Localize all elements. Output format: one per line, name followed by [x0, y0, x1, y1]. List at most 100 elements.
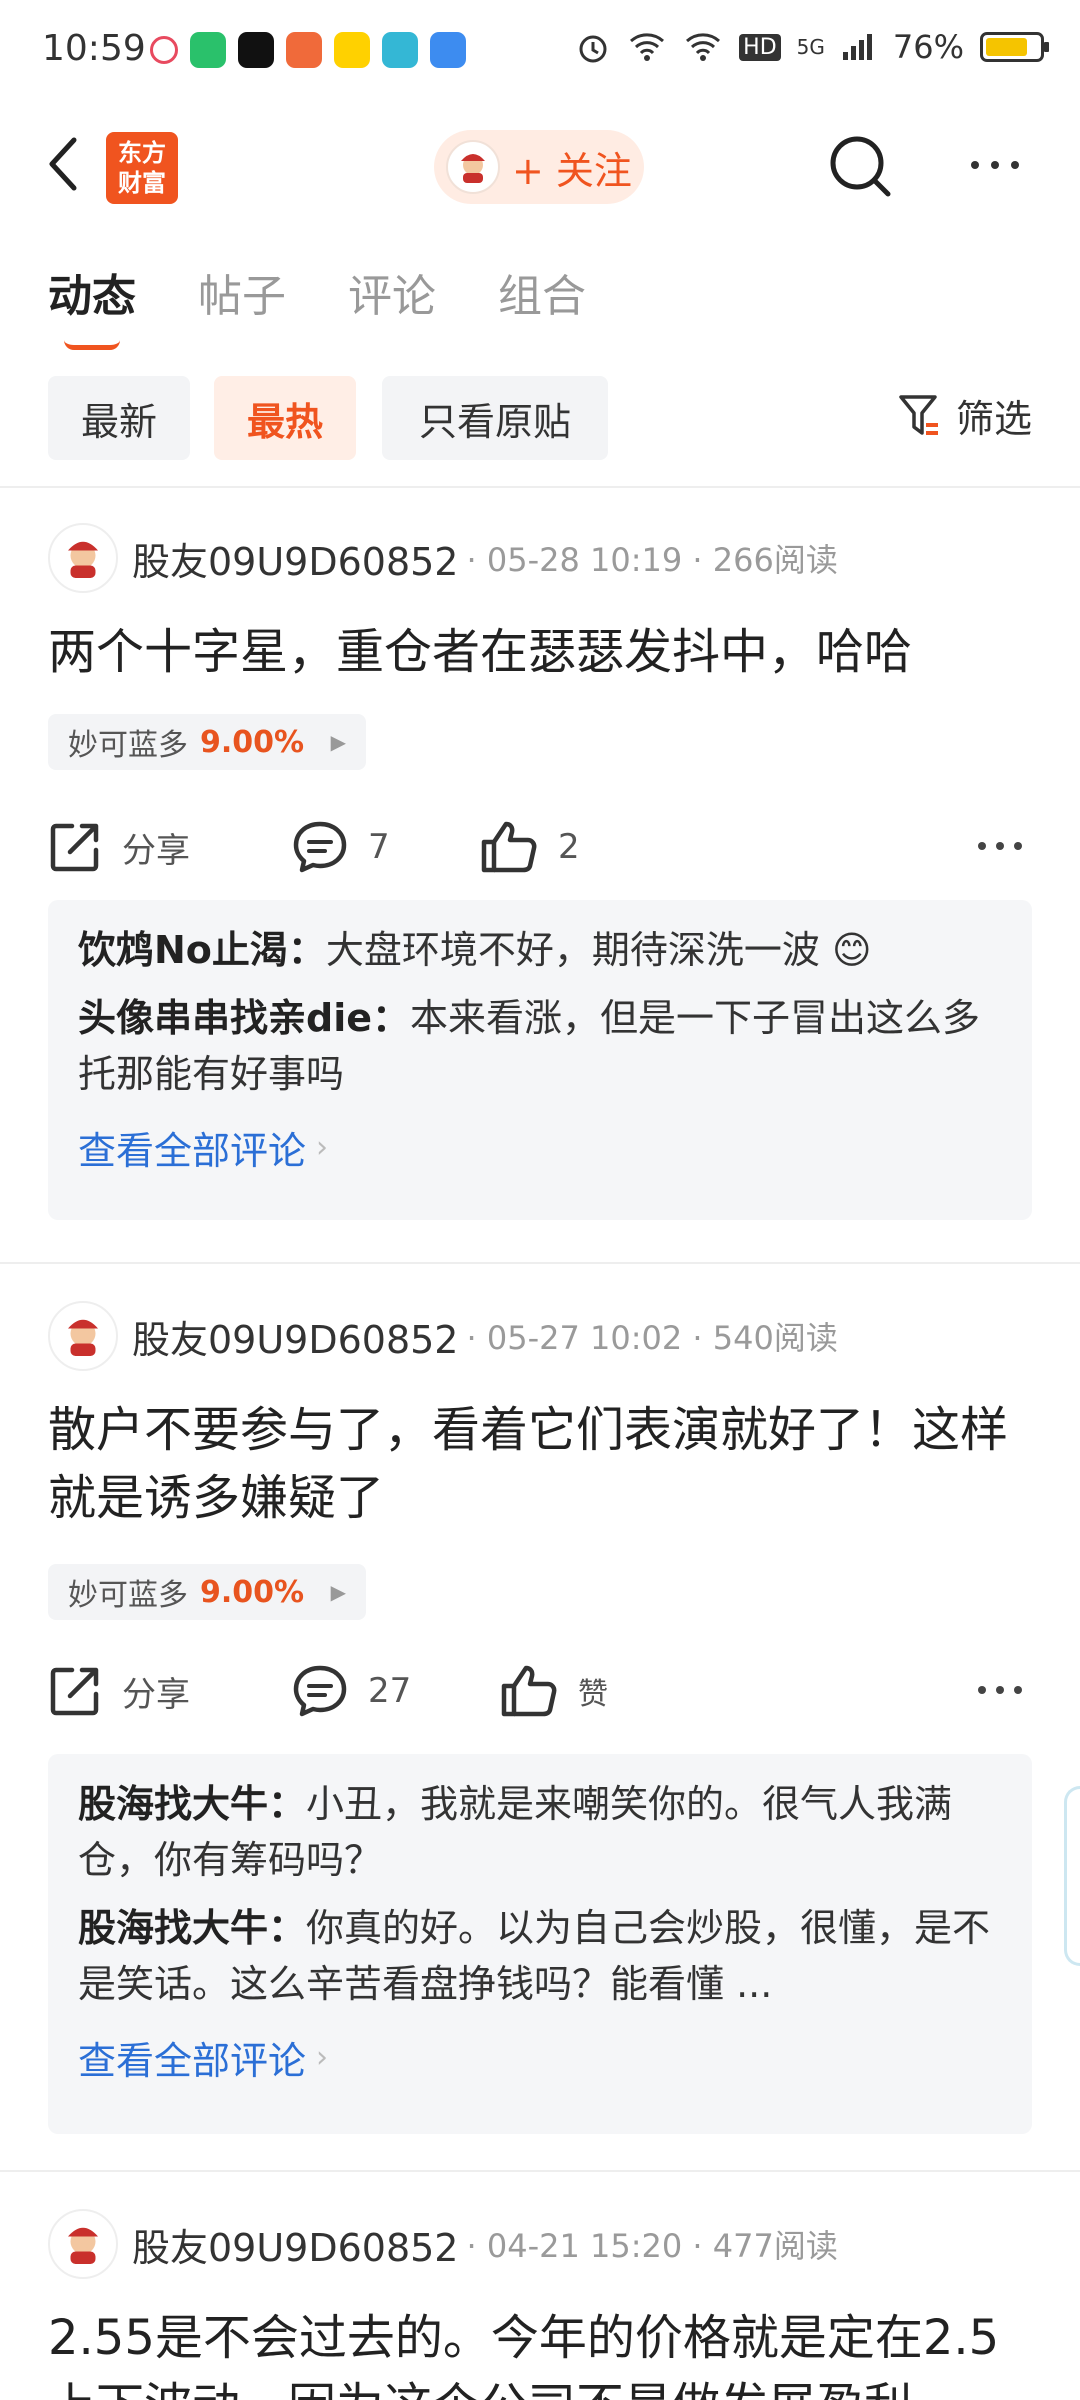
stock-tag[interactable]: 妙可蓝多 9.00% ▶	[48, 1564, 366, 1620]
notification-icons	[150, 32, 466, 68]
like-count: 2	[558, 827, 580, 867]
user-avatar	[446, 140, 500, 194]
comment-count: 27	[368, 1671, 412, 1711]
like-button[interactable]: 2	[480, 812, 580, 882]
author-name[interactable]: 股友09U9D60852	[132, 1309, 459, 1364]
weibo-icon	[286, 32, 322, 68]
sort-hottest-chip[interactable]: 最热	[214, 376, 356, 460]
thumbs-up-icon	[501, 1665, 557, 1717]
more-options-icon[interactable]	[960, 150, 1030, 180]
author-avatar[interactable]	[48, 1301, 118, 1371]
share-icon	[50, 823, 99, 872]
post-header: 股友09U9D60852 · 05-28 10:19 · 266阅读	[48, 522, 838, 594]
logo-line-2: 财富	[118, 169, 166, 197]
follow-button[interactable]: + 关注	[434, 130, 644, 204]
comment-item[interactable]: 股海找大牛：你真的好。以为自己会炒股，很懂，是不是笑话。这么辛苦看盘挣钱吗？能看…	[78, 1900, 1002, 2012]
comment-item[interactable]: 股海找大牛：小丑，我就是来嘲笑你的。很气人我满仓，你有筹码吗？	[78, 1776, 1002, 1888]
comment-count: 7	[368, 827, 390, 867]
play-arrow-icon: ▶	[330, 730, 346, 754]
status-time: 10:59	[42, 28, 146, 69]
follow-label: + 关注	[512, 148, 632, 193]
post-meta: · 04-21 15:20 · 477阅读	[466, 2227, 838, 2265]
tab-posts[interactable]: 帖子	[198, 260, 286, 324]
section-divider	[0, 486, 1080, 488]
comment-button[interactable]: 27	[292, 1656, 411, 1726]
share-button[interactable]: 分享	[48, 812, 190, 882]
comment-icon	[293, 1665, 347, 1717]
post-header: 股友09U9D60852 · 04-21 15:20 · 477阅读	[48, 2208, 838, 2280]
tab-dynamics[interactable]: 动态	[48, 260, 136, 350]
comment-icon	[293, 821, 347, 873]
stock-name: 妙可蓝多	[68, 728, 188, 763]
doc-app-icon	[430, 32, 466, 68]
filter-label: 筛选	[955, 397, 1032, 441]
comment-button[interactable]: 7	[292, 812, 390, 882]
chevron-right-icon: ›	[316, 1130, 329, 1165]
tab-label: 动态	[48, 271, 136, 322]
commenter-name: 饮鸩No止渴：	[78, 928, 326, 972]
stock-change: 9.00%	[200, 1574, 305, 1610]
tab-label: 帖子	[198, 271, 286, 322]
stock-change: 9.00%	[200, 724, 305, 760]
sort-filter-bar: 最新 最热 只看原贴 筛选	[48, 376, 1032, 460]
post-text[interactable]: 两个十字星，重仓者在瑟瑟发抖中，哈哈	[48, 618, 1038, 686]
post-actions: 分享 7 2	[48, 812, 1032, 882]
author-avatar[interactable]	[48, 2209, 118, 2279]
view-all-label: 查看全部评论	[78, 1129, 307, 1173]
view-all-comments-link[interactable]: 查看全部评论 ›	[78, 2030, 1002, 2085]
chat-app-icon	[382, 32, 418, 68]
search-icon[interactable]	[826, 132, 896, 202]
wifi-icon	[630, 33, 665, 61]
post-meta: · 05-28 10:19 · 266阅读	[466, 541, 838, 579]
view-all-comments-link[interactable]: 查看全部评论 ›	[78, 1120, 1002, 1175]
post-actions: 分享 27 赞	[48, 1656, 1032, 1726]
signal-icon	[842, 34, 872, 60]
network-type: 5G	[796, 35, 825, 59]
post-text[interactable]: 散户不要参与了，看着它们表演就好了！这样就是诱多嫌疑了	[48, 1396, 1038, 1532]
view-all-label: 查看全部评论	[78, 2039, 307, 2083]
tab-label: 评论	[348, 271, 436, 322]
like-label: 赞	[578, 1677, 608, 1712]
back-icon[interactable]	[44, 134, 84, 194]
stock-name: 妙可蓝多	[68, 1578, 188, 1613]
post-divider	[0, 1262, 1080, 1264]
tab-comments[interactable]: 评论	[348, 260, 436, 324]
logo-line-1: 东方	[118, 139, 166, 167]
app-logo: 东方 财富	[106, 132, 178, 204]
post-more-icon[interactable]	[978, 842, 1022, 850]
post-divider	[0, 2170, 1080, 2172]
like-button[interactable]: 赞	[500, 1656, 608, 1726]
author-name[interactable]: 股友09U9D60852	[132, 531, 459, 586]
share-label: 分享	[122, 1674, 190, 1715]
tab-label: 组合	[498, 271, 586, 322]
floating-side-tab[interactable]	[1064, 1786, 1080, 1966]
post-text[interactable]: 2.55是不会过去的。今年的价格就是定在2.5上下波动，因为这个公司不是做发展盈…	[48, 2304, 1038, 2400]
chevron-right-icon: ›	[316, 2040, 329, 2075]
status-bar: 10:59 HD 5G 76%	[0, 0, 1080, 100]
share-icon	[50, 1667, 99, 1716]
post-header: 股友09U9D60852 · 05-27 10:02 · 540阅读	[48, 1300, 838, 1372]
post-more-icon[interactable]	[978, 1686, 1022, 1694]
comment-item[interactable]: 头像串串找亲die：本来看涨，但是一下子冒出这么多托那能有好事吗	[78, 990, 1002, 1102]
filter-button[interactable]: 筛选	[898, 388, 1032, 443]
share-button[interactable]: 分享	[48, 1656, 190, 1726]
author-name[interactable]: 股友09U9D60852	[132, 2217, 459, 2272]
thumbs-up-icon	[481, 821, 537, 873]
app-notification-icon	[150, 36, 178, 64]
comments-preview: 饮鸩No止渴：大盘环境不好，期待深洗一波 😊 头像串串找亲die：本来看涨，但是…	[48, 900, 1032, 1220]
share-label: 分享	[122, 830, 190, 871]
tab-indicator	[64, 340, 120, 350]
sort-latest-chip[interactable]: 最新	[48, 376, 190, 460]
original-only-chip[interactable]: 只看原贴	[382, 376, 608, 460]
commenter-name: 股海找大牛：	[78, 1906, 307, 1950]
tab-portfolio[interactable]: 组合	[498, 260, 586, 324]
comments-preview: 股海找大牛：小丑，我就是来嘲笑你的。很气人我满仓，你有筹码吗？ 股海找大牛：你真…	[48, 1754, 1032, 2134]
commenter-name: 股海找大牛：	[78, 1782, 307, 1826]
post-meta: · 05-27 10:02 · 540阅读	[466, 1319, 838, 1357]
meituan-icon	[334, 32, 370, 68]
comment-item[interactable]: 饮鸩No止渴：大盘环境不好，期待深洗一波 😊	[78, 922, 1002, 978]
stock-tag[interactable]: 妙可蓝多 9.00% ▶	[48, 714, 366, 770]
hd-badge: HD	[739, 33, 781, 61]
filter-icon	[899, 394, 938, 435]
author-avatar[interactable]	[48, 523, 118, 593]
